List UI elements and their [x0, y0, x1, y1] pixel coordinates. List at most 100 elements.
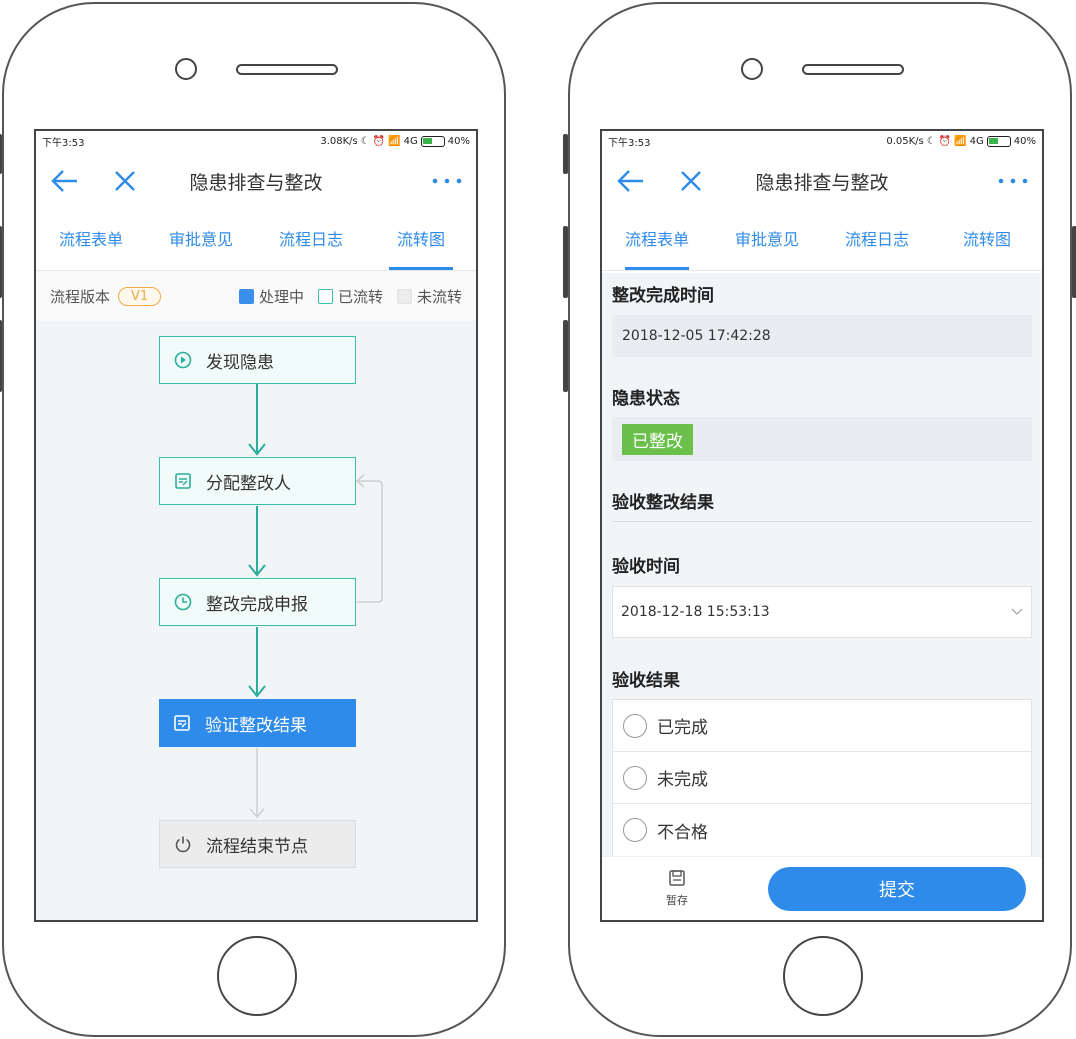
- page-title: 隐患排查与整改: [755, 171, 889, 194]
- side-button: [563, 134, 568, 174]
- power-icon: [174, 835, 192, 853]
- legend-processing-label: 处理中: [258, 287, 304, 306]
- flow-node-end[interactable]: 流程结束节点: [159, 820, 356, 868]
- moon-icon: ☾: [360, 135, 370, 147]
- tab-form[interactable]: 流程表单: [602, 211, 712, 270]
- more-icon[interactable]: [432, 166, 462, 196]
- pending-swatch: [396, 288, 412, 304]
- flow-node-report[interactable]: 整改完成申报: [159, 578, 356, 626]
- close-icon[interactable]: [676, 166, 706, 196]
- radio-option-completed[interactable]: 已完成: [613, 700, 1031, 752]
- tab-log[interactable]: 流程日志: [256, 211, 366, 270]
- flow-node-label: 验证整改结果: [205, 715, 307, 736]
- connector-return: [355, 474, 383, 603]
- status-right: 3.08K/s ☾ ⏰ 📶 4G 40%: [320, 135, 470, 147]
- version-badge: V1: [118, 286, 162, 306]
- bottom-action-bar: 暂存 提交: [602, 856, 1042, 920]
- save-draft-button[interactable]: 暂存: [602, 869, 752, 908]
- status-bar: 下午3:53 3.08K/s ☾ ⏰ 📶 4G 40%: [36, 131, 476, 151]
- processing-swatch: [238, 288, 254, 304]
- radio-option-incomplete[interactable]: 未完成: [613, 752, 1031, 804]
- accept-time-value: 2018-12-18 15:53:13: [621, 604, 770, 620]
- moon-icon: ☾: [926, 135, 936, 147]
- earpiece-speaker: [236, 64, 338, 75]
- save-draft-label: 暂存: [666, 894, 688, 907]
- tab-opinions[interactable]: 审批意见: [712, 211, 822, 270]
- phone-left: 下午3:53 3.08K/s ☾ ⏰ 📶 4G 40% 隐患排查与整改 流程表单…: [0, 2, 506, 1037]
- floppy-disk-icon: [668, 869, 686, 890]
- tab-bar: 流程表单 审批意见 流程日志 流转图: [602, 211, 1042, 271]
- play-circle-icon: [174, 351, 192, 369]
- section-title: 验收整改结果: [612, 488, 1032, 522]
- completion-time-label: 整改完成时间: [612, 286, 714, 306]
- alarm-icon: ⏰: [372, 135, 386, 147]
- earpiece-speaker: [802, 64, 904, 75]
- status-box: 已整改: [612, 417, 1032, 461]
- status-tag: 已整改: [622, 423, 693, 455]
- back-arrow-icon[interactable]: [50, 166, 80, 196]
- tab-flow-chart[interactable]: 流转图: [366, 211, 476, 270]
- status-time: 下午3:53: [608, 137, 651, 149]
- tab-form[interactable]: 流程表单: [36, 211, 146, 270]
- status-label: 隐患状态: [612, 389, 680, 409]
- radio-option-failed[interactable]: 不合格: [613, 804, 1031, 856]
- alarm-icon: ⏰: [938, 135, 952, 147]
- flow-node-label: 流程结束节点: [206, 836, 308, 857]
- battery-level: 40%: [447, 135, 470, 147]
- flow-node-discover[interactable]: 发现隐患: [159, 336, 356, 384]
- side-button: [0, 134, 2, 174]
- status-bar: 下午3:53 0.05K/s ☾ ⏰ 📶 4G 40%: [602, 131, 1042, 151]
- network-type: 4G: [969, 135, 984, 147]
- clock-icon: [174, 593, 192, 611]
- chevron-down-icon: [1011, 604, 1023, 620]
- flow-node-verify[interactable]: 验证整改结果: [159, 699, 356, 747]
- accept-time-label: 验收时间: [612, 557, 680, 577]
- legend-processing: 处理中: [238, 286, 304, 307]
- signal-icon: 📶: [954, 135, 967, 147]
- more-icon[interactable]: [998, 166, 1028, 196]
- home-button[interactable]: [783, 936, 863, 1016]
- legend-pending-label: 未流转: [416, 287, 462, 306]
- status-time: 下午3:53: [42, 137, 85, 149]
- volume-button: [563, 320, 568, 392]
- front-camera: [741, 58, 763, 80]
- signal-icon: 📶: [388, 135, 401, 147]
- close-icon[interactable]: [110, 166, 140, 196]
- radio-circle-icon[interactable]: [623, 765, 647, 790]
- accept-time-select[interactable]: 2018-12-18 15:53:13: [612, 586, 1032, 638]
- flow-canvas: 发现隐患 分配整改人 整改完成申报 验证整改结果 流程结束节点: [36, 321, 476, 920]
- tab-opinions[interactable]: 审批意见: [146, 211, 256, 270]
- flow-node-label: 整改完成申报: [206, 594, 308, 615]
- battery-icon: [420, 135, 445, 147]
- form-body: 整改完成时间 2018-12-05 17:42:28 隐患状态 已整改 验收整改…: [602, 273, 1042, 856]
- nav-bar: 隐患排查与整改: [602, 151, 1042, 211]
- legend-bar: 流程版本 V1 处理中 已流转 未流转: [36, 271, 476, 321]
- result-radio-group: 已完成 未完成 不合格: [612, 699, 1032, 856]
- result-label: 验收结果: [612, 671, 680, 691]
- radio-label: 未完成: [657, 770, 708, 790]
- radio-label: 不合格: [657, 822, 708, 843]
- radio-circle-icon[interactable]: [623, 713, 647, 738]
- legend: 处理中 已流转 未流转: [238, 286, 462, 307]
- radio-label: 已完成: [657, 718, 708, 738]
- done-swatch: [317, 288, 333, 304]
- connector-pending: [249, 748, 265, 819]
- battery-level: 40%: [1013, 135, 1036, 147]
- home-button[interactable]: [217, 936, 297, 1016]
- front-camera: [175, 58, 197, 80]
- completion-time-value: 2018-12-05 17:42:28: [612, 315, 1032, 357]
- power-side-button: [1072, 226, 1076, 298]
- tab-flow-chart[interactable]: 流转图: [932, 211, 1042, 270]
- status-right: 0.05K/s ☾ ⏰ 📶 4G 40%: [886, 135, 1036, 147]
- radio-circle-icon[interactable]: [623, 818, 647, 842]
- tab-log[interactable]: 流程日志: [822, 211, 932, 270]
- submit-button[interactable]: 提交: [768, 866, 1026, 911]
- flow-node-label: 分配整改人: [206, 473, 291, 494]
- legend-done: 已流转: [317, 286, 383, 307]
- back-arrow-icon[interactable]: [616, 166, 646, 196]
- volume-button: [0, 320, 2, 392]
- flow-node-assign[interactable]: 分配整改人: [159, 457, 356, 505]
- battery-icon: [986, 135, 1011, 147]
- form-edit-icon: [173, 714, 191, 732]
- screen-flow-chart: 下午3:53 3.08K/s ☾ ⏰ 📶 4G 40% 隐患排查与整改 流程表单…: [34, 129, 478, 922]
